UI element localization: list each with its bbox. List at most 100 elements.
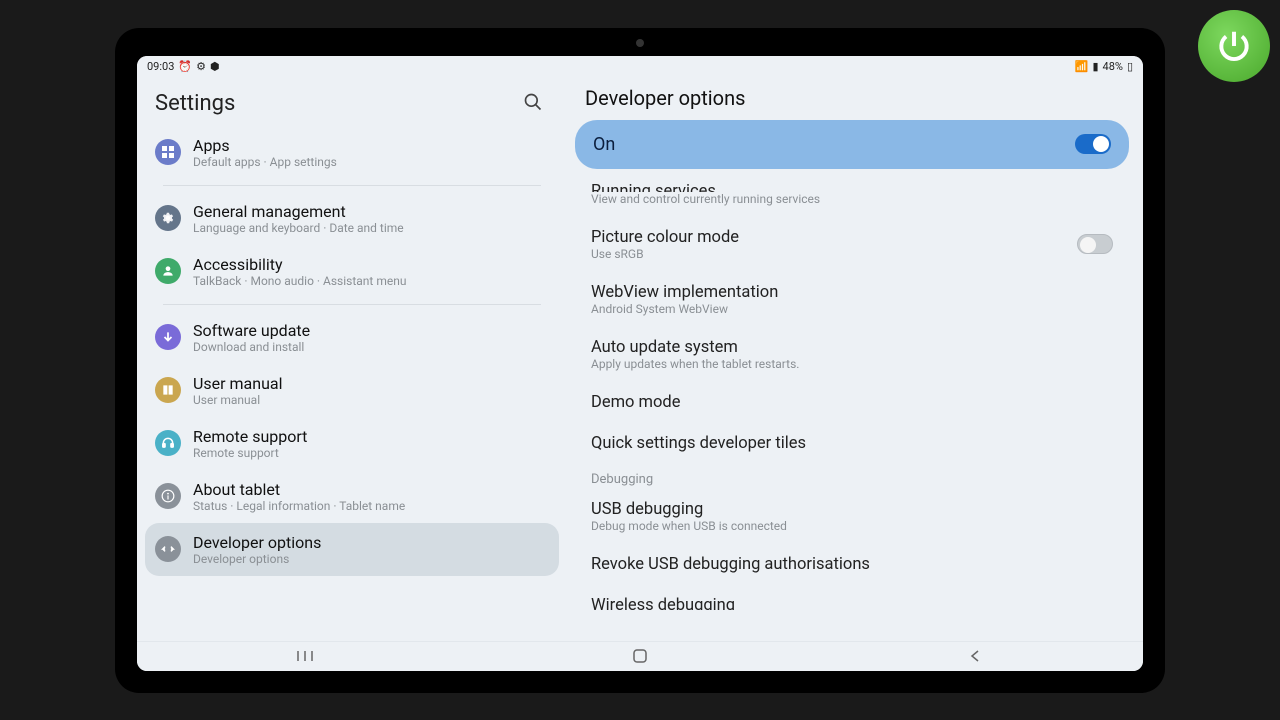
sidebar-item-subtitle: Remote support <box>193 446 307 460</box>
sidebar-item-subtitle: TalkBack · Mono audio · Assistant menu <box>193 274 406 288</box>
option-demo[interactable]: Demo mode <box>571 382 1133 423</box>
settings-list[interactable]: AppsDefault apps · App settings General m… <box>145 134 559 641</box>
option-texts: Demo mode <box>591 393 681 412</box>
search-button[interactable] <box>517 86 549 122</box>
sidebar-item-subtitle: Default apps · App settings <box>193 155 337 169</box>
option-subtitle: Debug mode when USB is connected <box>591 519 787 533</box>
back-icon <box>968 649 982 663</box>
option-subtitle: Android System WebView <box>591 302 778 316</box>
wifi-icon: 📶 <box>1075 60 1089 73</box>
status-time: 09:03 <box>147 60 174 73</box>
master-switch[interactable]: On <box>575 120 1129 169</box>
option-running[interactable]: Running servicesView and control current… <box>571 179 1133 217</box>
sidebar-item-subtitle: User manual <box>193 393 283 407</box>
info-icon <box>155 483 181 509</box>
right-pane: Developer options On Running servicesVie… <box>567 78 1143 641</box>
sidebar-item-title: Software update <box>193 321 310 340</box>
page-title: Developer options <box>585 86 1119 110</box>
toggle-knob <box>1080 237 1096 253</box>
dev-options-list[interactable]: Running servicesView and control current… <box>571 177 1133 641</box>
option-texts: Quick settings developer tiles <box>591 434 806 453</box>
cog-icon <box>155 205 181 231</box>
option-title: Revoke USB debugging authorisations <box>591 555 870 574</box>
status-left: 09:03 ⏰ ⚙ ⬢ <box>147 60 220 73</box>
option-title: Picture colour mode <box>591 228 739 247</box>
nav-recents[interactable] <box>275 649 335 663</box>
left-pane: Settings AppsDefault apps · App settings… <box>137 78 567 641</box>
power-logo <box>1198 10 1270 82</box>
sidebar-item-subtitle: Download and install <box>193 340 310 354</box>
power-icon <box>1215 27 1253 65</box>
sidebar-item-apps[interactable]: AppsDefault apps · App settings <box>145 134 559 179</box>
sidebar-item-accessibility[interactable]: AccessibilityTalkBack · Mono audio · Ass… <box>145 245 559 298</box>
sidebar-item-texts: About tabletStatus · Legal information ·… <box>193 480 405 513</box>
nav-home[interactable] <box>610 648 670 664</box>
sidebar-item-title: General management <box>193 202 404 221</box>
left-header: Settings <box>145 78 559 134</box>
sidebar-item-texts: Software updateDownload and install <box>193 321 310 354</box>
sidebar-item-title: Accessibility <box>193 255 406 274</box>
signal-icon: ▮ <box>1092 60 1098 73</box>
option-texts: WebView implementationAndroid System Web… <box>591 283 778 316</box>
option-texts: Auto update systemApply updates when the… <box>591 338 799 371</box>
sidebar-item-title: Apps <box>193 136 337 155</box>
toggle-knob <box>1093 136 1109 152</box>
section-header-debugging-header: Debugging <box>571 464 1133 489</box>
gear-icon: ⚙ <box>196 60 206 73</box>
option-texts: Picture colour modeUse sRGB <box>591 228 739 261</box>
option-toggle[interactable] <box>1077 234 1113 254</box>
separator <box>163 185 541 186</box>
camera-dot <box>636 39 644 47</box>
status-right: 📶 ▮ 48% ▯ <box>1075 60 1133 73</box>
sidebar-item-texts: User manualUser manual <box>193 374 283 407</box>
sidebar-item-texts: AppsDefault apps · App settings <box>193 136 337 169</box>
code-icon <box>155 536 181 562</box>
sidebar-item-subtitle: Developer options <box>193 552 321 566</box>
sidebar-item-title: Developer options <box>193 533 321 552</box>
option-title: Quick settings developer tiles <box>591 434 806 453</box>
sidebar-item-texts: Remote supportRemote support <box>193 427 307 460</box>
option-subtitle: View and control currently running servi… <box>591 192 820 206</box>
sidebar-item-developer[interactable]: Developer optionsDeveloper options <box>145 523 559 576</box>
master-switch-toggle[interactable] <box>1075 134 1111 154</box>
option-quick-tiles[interactable]: Quick settings developer tiles <box>571 423 1133 464</box>
sidebar-item-about[interactable]: About tabletStatus · Legal information ·… <box>145 470 559 523</box>
sidebar-item-software[interactable]: Software updateDownload and install <box>145 311 559 364</box>
option-usb-debug[interactable]: USB debuggingDebug mode when USB is conn… <box>571 489 1133 544</box>
sidebar-item-subtitle: Status · Legal information · Tablet name <box>193 499 405 513</box>
sidebar-item-manual[interactable]: User manualUser manual <box>145 364 559 417</box>
option-subtitle: Apply updates when the tablet restarts. <box>591 357 799 371</box>
option-revoke[interactable]: Revoke USB debugging authorisations <box>571 544 1133 585</box>
sidebar-item-title: Remote support <box>193 427 307 446</box>
option-wireless[interactable]: Wireless debugging <box>571 585 1133 610</box>
recents-icon <box>296 649 314 663</box>
status-bar: 09:03 ⏰ ⚙ ⬢ 📶 ▮ 48% ▯ <box>137 56 1143 78</box>
option-colour[interactable]: Picture colour modeUse sRGB <box>571 217 1133 272</box>
main-area: Settings AppsDefault apps · App settings… <box>137 78 1143 641</box>
option-title: Wireless debugging <box>591 596 735 610</box>
master-switch-label: On <box>593 134 615 155</box>
option-texts: Wireless debugging <box>591 596 735 610</box>
sidebar-item-subtitle: Language and keyboard · Date and time <box>193 221 404 235</box>
battery-text: 48% <box>1103 60 1123 73</box>
search-icon <box>523 92 543 112</box>
arrow-down-icon <box>155 324 181 350</box>
sidebar-item-general[interactable]: General managementLanguage and keyboard … <box>145 192 559 245</box>
option-auto-update[interactable]: Auto update systemApply updates when the… <box>571 327 1133 382</box>
headset-icon <box>155 430 181 456</box>
option-subtitle: Use sRGB <box>591 247 739 261</box>
option-title: USB debugging <box>591 500 787 519</box>
right-header: Developer options <box>571 78 1133 120</box>
sidebar-item-remote[interactable]: Remote supportRemote support <box>145 417 559 470</box>
sidebar-item-texts: AccessibilityTalkBack · Mono audio · Ass… <box>193 255 406 288</box>
battery-icon: ▯ <box>1127 60 1133 73</box>
nav-back[interactable] <box>945 649 1005 663</box>
option-texts: Revoke USB debugging authorisations <box>591 555 870 574</box>
option-title: WebView implementation <box>591 283 778 302</box>
nav-bar <box>137 641 1143 671</box>
option-webview[interactable]: WebView implementationAndroid System Web… <box>571 272 1133 327</box>
option-title: Auto update system <box>591 338 799 357</box>
tablet-frame: 09:03 ⏰ ⚙ ⬢ 📶 ▮ 48% ▯ Settings <box>115 28 1165 693</box>
separator <box>163 304 541 305</box>
sidebar-item-title: About tablet <box>193 480 405 499</box>
